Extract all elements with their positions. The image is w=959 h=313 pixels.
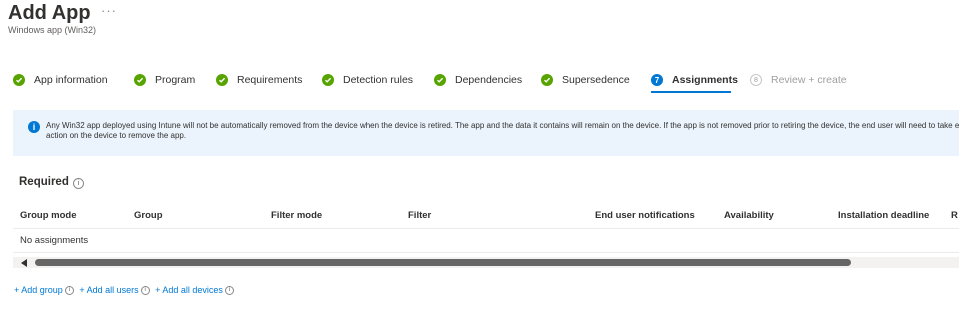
column-header-truncated[interactable]: R <box>951 210 958 221</box>
step-label: Supersedence <box>562 74 630 86</box>
info-icon: i <box>28 121 40 133</box>
column-header-end-user-notifications[interactable]: End user notifications <box>595 210 695 221</box>
step-detection-rules[interactable]: Detection rules <box>322 71 413 89</box>
check-icon <box>541 74 553 86</box>
column-header-filter[interactable]: Filter <box>408 210 431 221</box>
add-all-users-link[interactable]: + Add all users <box>79 285 138 295</box>
scrollbar-thumb[interactable] <box>35 259 851 266</box>
page-title: Add App <box>8 2 91 24</box>
assignment-actions: + Add group i + Add all users i + Add all … <box>14 285 237 296</box>
column-header-installation-deadline[interactable]: Installation deadline <box>838 210 929 221</box>
step-label: Review + create <box>771 74 847 86</box>
step-assignments[interactable]: 7 Assignments <box>651 71 738 89</box>
column-header-group-mode[interactable]: Group mode <box>20 210 76 221</box>
step-dependencies[interactable]: Dependencies <box>434 71 522 89</box>
check-icon <box>216 74 228 86</box>
check-icon <box>134 74 146 86</box>
check-icon <box>434 74 446 86</box>
add-all-devices-link[interactable]: + Add all devices <box>155 285 223 295</box>
column-header-group[interactable]: Group <box>134 210 163 221</box>
step-requirements[interactable]: Requirements <box>216 71 302 89</box>
table-divider <box>13 252 959 253</box>
step-label: Detection rules <box>343 74 414 86</box>
add-group-link[interactable]: + Add group <box>14 285 63 295</box>
step-number-icon: 7 <box>651 74 663 86</box>
step-supersedence[interactable]: Supersedence <box>541 71 630 89</box>
info-banner: i Any Win32 app deployed using Intune wi… <box>13 110 959 156</box>
info-circle-icon[interactable]: i <box>140 286 150 296</box>
active-step-underline <box>651 91 731 93</box>
step-app-information[interactable]: App information <box>13 71 108 89</box>
section-title-required: Required <box>19 176 69 188</box>
info-circle-icon[interactable]: i <box>224 286 234 296</box>
step-program[interactable]: Program <box>134 71 195 89</box>
check-icon <box>13 74 25 86</box>
step-label: Dependencies <box>455 74 523 86</box>
step-number-icon: 8 <box>750 74 762 86</box>
step-label: App information <box>34 74 108 86</box>
info-circle-icon[interactable]: i <box>73 178 84 189</box>
more-options-icon[interactable]: ··· <box>101 3 117 18</box>
table-divider <box>13 228 959 229</box>
step-label: Requirements <box>237 74 303 86</box>
check-icon <box>322 74 334 86</box>
empty-state-text: No assignments <box>20 235 89 246</box>
step-label: Assignments <box>672 74 738 86</box>
page-subtitle: Windows app (Win32) <box>8 25 97 35</box>
scroll-left-icon[interactable] <box>21 259 27 267</box>
column-header-filter-mode[interactable]: Filter mode <box>271 210 322 221</box>
info-circle-icon[interactable]: i <box>64 286 74 296</box>
step-label: Program <box>155 74 196 86</box>
step-review-create[interactable]: 8 Review + create <box>750 71 847 89</box>
info-banner-text: Any Win32 app deployed using Intune will… <box>46 121 959 140</box>
column-header-availability[interactable]: Availability <box>724 210 774 221</box>
